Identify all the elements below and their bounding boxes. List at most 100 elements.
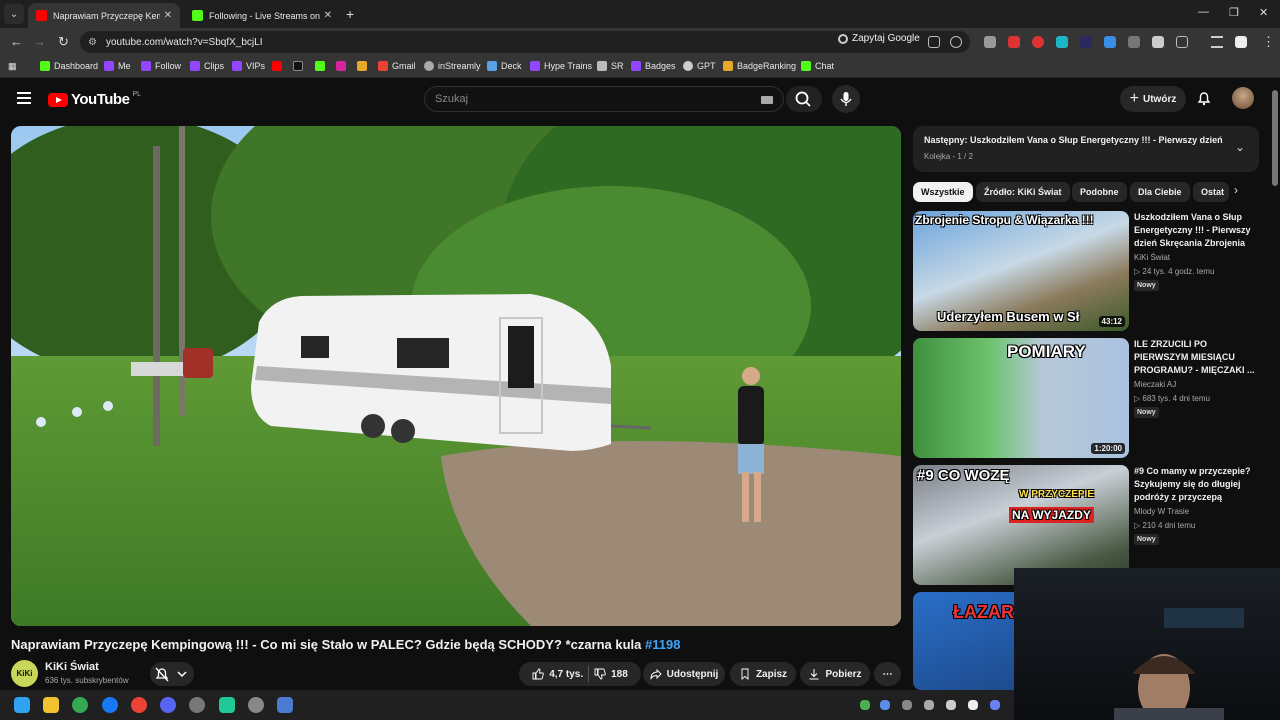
back-button[interactable]: ←	[10, 34, 23, 49]
bookmark-deck[interactable]: Deck	[487, 61, 522, 71]
chip-for-you[interactable]: Dla Ciebie	[1130, 182, 1190, 202]
minimize-button[interactable]: —	[1198, 6, 1209, 18]
recommendation-title[interactable]: Uszkodziłem Vana o Słup Energetyczny !!!…	[1134, 211, 1258, 250]
audio-app-icon[interactable]	[219, 697, 235, 713]
chrome-icon[interactable]	[72, 697, 88, 713]
chip-recent[interactable]: Ostat	[1193, 182, 1229, 202]
recommendation-item[interactable]: Zbrojenie Stropu & Wiązarka !!! Uderzyłe…	[913, 211, 1259, 331]
profile-icon[interactable]	[1235, 36, 1247, 48]
tab-search-button[interactable]: ⌄	[4, 4, 24, 24]
forward-button[interactable]: →	[33, 34, 46, 49]
keyboard-icon[interactable]	[761, 96, 773, 104]
youtube-logo[interactable]: YouTube PL	[48, 91, 141, 108]
subscription-bell-button[interactable]	[150, 662, 194, 686]
download-button[interactable]: Pobierz	[800, 662, 870, 686]
tray-icon[interactable]	[968, 700, 978, 710]
bookmark-vips[interactable]: VIPs	[232, 61, 265, 71]
recommendation-channel[interactable]: Mieczaki AJ	[1134, 380, 1176, 389]
bookmark-dashboard[interactable]: Dashboard	[40, 61, 98, 71]
extension-blue-icon[interactable]	[1104, 36, 1116, 48]
maximize-button[interactable]: ❐	[1229, 6, 1239, 19]
bookmark-chat[interactable]: Chat	[801, 61, 834, 71]
bookmark-x[interactable]	[293, 61, 303, 71]
thumbnail[interactable]: #9 CO WOZĘ W PRZYCZEPIE NA WYJAZDY	[913, 465, 1129, 585]
recommendation-title[interactable]: ILE ZRZUCILI PO PIERWSZYM MIESIĄCU PROGR…	[1134, 338, 1258, 377]
account-avatar[interactable]	[1232, 87, 1254, 109]
extension-record-icon[interactable]	[1032, 36, 1044, 48]
create-button[interactable]: + Utwórz	[1120, 86, 1186, 112]
recommendation-channel[interactable]: Mlody W Trasie	[1134, 507, 1189, 516]
thumbnail[interactable]: POMIARY 1:20:00	[913, 338, 1129, 458]
tray-icon[interactable]	[902, 700, 912, 710]
settings-icon[interactable]	[248, 697, 264, 713]
share-button[interactable]: Udostępnij	[643, 662, 725, 686]
bookmark-youtube[interactable]	[272, 61, 282, 71]
thumbnail[interactable]: Zbrojenie Stropu & Wiązarka !!! Uderzyłe…	[913, 211, 1129, 331]
channel-name[interactable]: KiKi Świat	[45, 661, 99, 673]
tray-icon[interactable]	[946, 700, 956, 710]
page-scrollbar[interactable]	[1272, 90, 1278, 186]
install-icon[interactable]	[928, 36, 940, 48]
menu-icon[interactable]	[17, 92, 31, 104]
bookmark-kick[interactable]	[315, 61, 325, 71]
bookmark-sr[interactable]: SR	[597, 61, 624, 71]
extension-dark-icon[interactable]	[1080, 36, 1092, 48]
url-text[interactable]: youtube.com/watch?v=SbqfX_bcjLI	[106, 37, 262, 48]
extension-shield2-icon[interactable]	[1152, 36, 1164, 48]
tray-icon[interactable]	[860, 700, 870, 710]
more-actions-button[interactable]: ⋯	[874, 662, 901, 686]
windows-start-icon[interactable]	[14, 697, 30, 713]
discord-icon[interactable]	[160, 697, 176, 713]
bookmark-badgeranking[interactable]: BadgeRanking	[723, 61, 796, 71]
like-button[interactable]: 4,7 tys.	[532, 668, 583, 680]
tab-kick[interactable]: Following - Live Streams on Kic ✕	[184, 3, 340, 28]
reading-list-icon[interactable]	[1211, 36, 1223, 48]
cleaner-icon[interactable]	[189, 697, 205, 713]
deck-app-icon[interactable]	[277, 697, 293, 713]
bookmark-hype-trains[interactable]: Hype Trains	[530, 61, 592, 71]
bookmark-follow[interactable]: Follow	[141, 61, 181, 71]
chrome-active-icon[interactable]	[131, 697, 147, 713]
bookmark-star-icon[interactable]	[950, 36, 962, 48]
recommendation-item[interactable]: #9 CO WOZĘ W PRZYCZEPIE NA WYJAZDY #9 Co…	[913, 465, 1259, 585]
extensions-puzzle-icon[interactable]	[1176, 36, 1188, 48]
voice-search-button[interactable]	[832, 85, 860, 113]
extension-shield-icon[interactable]	[984, 36, 996, 48]
bookmark-gmail[interactable]: Gmail	[378, 61, 416, 71]
close-window-button[interactable]: ✕	[1259, 6, 1268, 19]
google-lens-button[interactable]: Zapytaj Google	[838, 33, 920, 44]
dislike-button[interactable]: 188	[594, 668, 628, 680]
bookmark-instagram[interactable]	[336, 61, 346, 71]
recommendation-title[interactable]: #9 Co mamy w przyczepie? Szykujemy się d…	[1134, 465, 1258, 504]
channel-avatar[interactable]: KiKi	[11, 660, 38, 687]
reload-button[interactable]: ↻	[58, 34, 69, 50]
recommendation-channel[interactable]: KiKi Świat	[1134, 253, 1170, 262]
bookmark-me[interactable]: Me	[104, 61, 131, 71]
bookmark-instreamly[interactable]: inStreamly	[424, 61, 481, 71]
bookmark-badges[interactable]: Badges	[631, 61, 676, 71]
notifications-bell-icon[interactable]	[1196, 90, 1212, 106]
bookmark-clips[interactable]: Clips	[190, 61, 224, 71]
extension-red-icon[interactable]	[1008, 36, 1020, 48]
tab-youtube[interactable]: Naprawiam Przyczepę Kemping ✕	[28, 3, 180, 28]
close-tab-icon[interactable]: ✕	[324, 10, 332, 21]
hashtag-link[interactable]: #1198	[645, 637, 680, 652]
chevron-down-icon[interactable]: ⌄	[1235, 140, 1245, 154]
save-button[interactable]: Zapisz	[730, 662, 796, 686]
address-bar[interactable]: ⚙ youtube.com/watch?v=SbqfX_bcjLI	[80, 31, 970, 53]
browser-menu-icon[interactable]: ⋮	[1262, 34, 1275, 50]
tray-icon[interactable]	[924, 700, 934, 710]
bookmark-gpt[interactable]: GPT	[683, 61, 716, 71]
file-explorer-icon[interactable]	[43, 697, 59, 713]
search-button[interactable]	[786, 86, 822, 112]
recommendation-item[interactable]: POMIARY 1:20:00 ILE ZRZUCILI PO PIERWSZY…	[913, 338, 1259, 458]
tray-icon[interactable]	[990, 700, 1000, 710]
facebook-icon[interactable]	[102, 697, 118, 713]
chip-related[interactable]: Podobne	[1072, 182, 1127, 202]
bookmark-slack[interactable]	[357, 61, 367, 71]
new-tab-button[interactable]: +	[346, 6, 354, 22]
extension-teal-icon[interactable]	[1056, 36, 1068, 48]
tray-icon[interactable]	[880, 700, 890, 710]
extension-grey-icon[interactable]	[1128, 36, 1140, 48]
chip-all[interactable]: Wszystkie	[913, 182, 973, 202]
